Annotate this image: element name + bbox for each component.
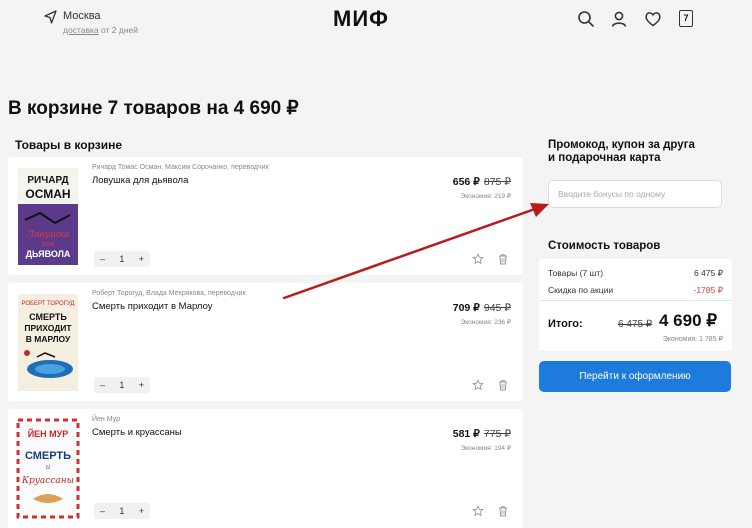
decrease-button[interactable]: – [100, 380, 105, 390]
cart-icon[interactable]: 7 [679, 10, 693, 27]
current-price: 656 ₽ [452, 176, 480, 188]
discount-value: -1785 ₽ [693, 285, 723, 295]
book-authors[interactable]: Ричард Томас Осман, Максим Сорочанко, пе… [92, 164, 269, 171]
book-authors[interactable]: Йен Мур [92, 416, 120, 423]
book-title[interactable]: Смерть и круассаны [92, 427, 182, 438]
item-price: 709 ₽945 ₽ [453, 302, 511, 314]
quantity-stepper: – 1 + [94, 377, 150, 393]
city-selector[interactable]: Москва [63, 10, 101, 22]
item-price: 581 ₽775 ₽ [453, 428, 511, 440]
svg-text:СМЕРТЬ: СМЕРТЬ [25, 450, 71, 462]
divider [539, 300, 732, 301]
svg-text:РИЧАРД: РИЧАРД [27, 175, 68, 186]
old-price: 875 ₽ [483, 176, 511, 188]
profile-icon[interactable] [610, 10, 628, 28]
items-total-row: Товары (7 шт) 6 475 ₽ [548, 268, 723, 279]
cost-title: Стоимость товаров [548, 240, 661, 252]
trash-icon[interactable] [497, 253, 509, 265]
current-price: 709 ₽ [452, 302, 480, 314]
trash-icon[interactable] [497, 505, 509, 517]
quantity-value: 1 [119, 380, 125, 390]
old-price: 775 ₽ [483, 428, 511, 440]
promo-title-line-1: Промокод, купон за друга [548, 139, 695, 151]
quantity-value: 1 [119, 254, 125, 264]
quantity-stepper: – 1 + [94, 503, 150, 519]
decrease-button[interactable]: – [100, 506, 105, 516]
promo-code-input[interactable] [548, 180, 722, 208]
page-title: В корзине 7 товаров на 4 690 ₽ [8, 98, 299, 119]
delivery-info: доставка от 2 дней [63, 25, 138, 35]
star-icon[interactable] [472, 505, 484, 517]
current-price: 581 ₽ [452, 428, 480, 440]
book-cover-image[interactable]: РИЧАРД ОСМАН Ловушка для ДЬЯВОЛА [15, 165, 81, 268]
quantity-value: 1 [119, 506, 125, 516]
book-authors[interactable]: Роберт Торогуд, Влада Мехрякова, перевод… [92, 290, 246, 297]
checkout-button[interactable]: Перейти к оформлению [539, 361, 731, 392]
logo[interactable]: МИФ [333, 6, 389, 32]
delivery-text: от 2 дней [98, 25, 138, 35]
item-economy: Экономия: 236 ₽ [460, 319, 511, 326]
items-total-label: Товары (7 шт) [548, 268, 604, 278]
svg-text:Круассаны: Круассаны [21, 476, 74, 486]
header: Москва доставка от 2 дней МИФ 7 [0, 0, 752, 44]
delivery-link[interactable]: доставка [63, 25, 99, 35]
item-price: 656 ₽875 ₽ [453, 176, 511, 188]
total-price: 4 690 ₽ [659, 311, 718, 330]
trash-icon[interactable] [497, 379, 509, 391]
book-cover-image[interactable]: ЙЕН МУР СМЕРТЬ и Круассаны [15, 417, 81, 520]
svg-text:ПРИХОДИТ: ПРИХОДИТ [24, 323, 72, 333]
cart-item: РОБЕРТ ТОРОГУД СМЕРТЬ ПРИХОДИТ В МАРЛОУ … [8, 283, 523, 401]
cart-item: РИЧАРД ОСМАН Ловушка для ДЬЯВОЛА Ричард … [8, 157, 523, 275]
cost-summary: Товары (7 шт) 6 475 ₽ Скидка по акции -1… [539, 259, 732, 351]
svg-text:СМЕРТЬ: СМЕРТЬ [29, 312, 67, 322]
book-title[interactable]: Ловушка для дьявола [92, 175, 188, 186]
item-economy: Экономия: 219 ₽ [460, 193, 511, 200]
total-label: Итого: [548, 318, 583, 330]
discount-row: Скидка по акции -1785 ₽ [548, 285, 723, 296]
discount-label: Скидка по акции [548, 285, 614, 295]
total-old-price: 6 475 ₽ [618, 319, 653, 330]
increase-button[interactable]: + [139, 380, 144, 390]
cart-item: ЙЕН МУР СМЕРТЬ и Круассаны Йен Мур Смерт… [8, 409, 523, 528]
svg-text:Ловушка: Ловушка [26, 230, 70, 240]
svg-text:ОСМАН: ОСМАН [25, 187, 70, 201]
decrease-button[interactable]: – [100, 254, 105, 264]
svg-text:и: и [46, 463, 51, 471]
total-economy: Экономия: 1 785 ₽ [662, 336, 723, 343]
book-title[interactable]: Смерть приходит в Марлоу [92, 301, 213, 312]
svg-text:ДЬЯВОЛА: ДЬЯВОЛА [26, 249, 71, 259]
section-title: Товары в корзине [15, 138, 123, 152]
svg-text:ЙЕН МУР: ЙЕН МУР [28, 428, 69, 439]
promo-title: Промокод, купон за друга и подарочная кар… [548, 139, 728, 165]
promo-title-line-2: и подарочная карта [548, 152, 661, 164]
svg-text:РОБЕРТ ТОРОГУД: РОБЕРТ ТОРОГУД [22, 301, 75, 307]
favorites-icon[interactable] [644, 10, 662, 28]
svg-text:В МАРЛОУ: В МАРЛОУ [26, 334, 71, 344]
quantity-stepper: – 1 + [94, 251, 150, 267]
item-economy: Экономия: 194 ₽ [460, 445, 511, 452]
star-icon[interactable] [472, 253, 484, 265]
svg-text:для: для [41, 240, 55, 248]
increase-button[interactable]: + [139, 254, 144, 264]
items-total-value: 6 475 ₽ [693, 268, 723, 278]
star-icon[interactable] [472, 379, 484, 391]
location-arrow-icon[interactable] [44, 10, 58, 24]
search-icon[interactable] [577, 10, 595, 28]
book-cover-image[interactable]: РОБЕРТ ТОРОГУД СМЕРТЬ ПРИХОДИТ В МАРЛОУ [15, 291, 81, 394]
increase-button[interactable]: + [139, 506, 144, 516]
old-price: 945 ₽ [483, 302, 511, 314]
